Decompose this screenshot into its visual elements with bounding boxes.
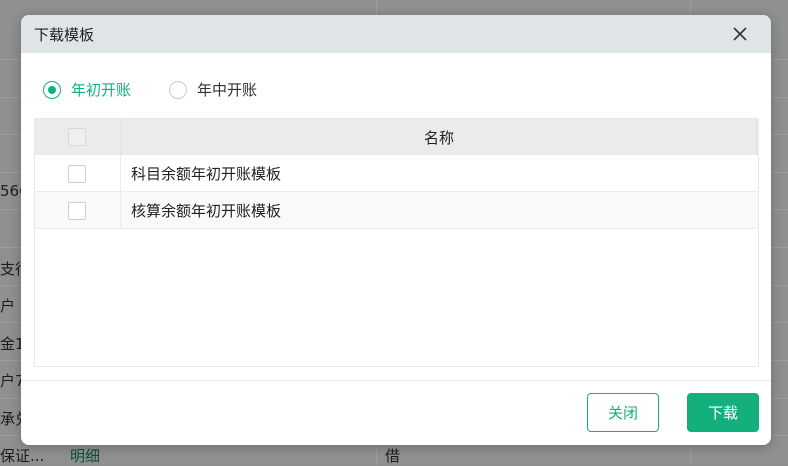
table-row[interactable]: 科目余额年初开账模板 <box>35 155 758 192</box>
row-checkbox[interactable] <box>68 165 86 183</box>
header-checkbox-cell <box>35 119 122 155</box>
close-button[interactable]: 关闭 <box>587 393 659 432</box>
radio-checked-indicator[interactable] <box>43 80 61 99</box>
table-header: 名称 <box>35 119 758 155</box>
row-checkbox-cell <box>35 155 121 192</box>
radio-label: 年初开账 <box>71 81 132 99</box>
footer-divider <box>21 380 771 381</box>
radio-unchecked-indicator[interactable] <box>169 80 188 99</box>
dialog-header: 下载模板 <box>21 15 771 53</box>
radio-label: 年中开账 <box>197 81 258 99</box>
dialog-title: 下载模板 <box>34 25 95 44</box>
close-icon[interactable] <box>731 25 749 43</box>
opening-type-radio-group: 年初开账 年中开账 <box>43 79 295 100</box>
bg-detail-link: 明细 <box>70 447 101 465</box>
radio-year-start[interactable]: 年初开账 <box>43 79 131 100</box>
bg-cell-text: 借 <box>385 447 401 465</box>
download-template-dialog: 下载模板 年初开账 年中开账 名称 科目余额年初开账模板 核算余额年初开账模板 … <box>21 15 771 445</box>
row-checkbox-cell <box>35 192 121 229</box>
column-header-name: 名称 <box>122 119 757 155</box>
table-row[interactable]: 核算余额年初开账模板 <box>35 192 758 229</box>
bg-cell-text: 保证... <box>0 447 45 465</box>
row-checkbox[interactable] <box>68 202 86 220</box>
row-name: 核算余额年初开账模板 <box>131 202 282 220</box>
row-name: 科目余额年初开账模板 <box>131 165 282 183</box>
bg-cell-text: 户 <box>0 297 16 315</box>
download-button[interactable]: 下载 <box>687 393 759 432</box>
template-table: 名称 科目余额年初开账模板 核算余额年初开账模板 <box>34 118 759 367</box>
select-all-checkbox[interactable] <box>68 128 86 146</box>
radio-mid-year[interactable]: 年中开账 <box>169 79 257 100</box>
